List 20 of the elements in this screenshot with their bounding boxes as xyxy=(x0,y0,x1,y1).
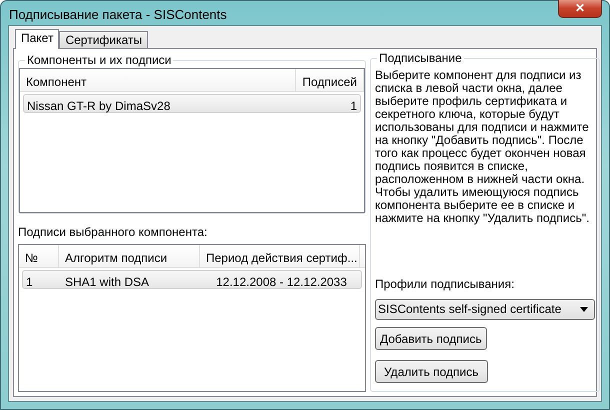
column-header[interactable]: Подписей xyxy=(296,68,364,90)
section-label: Подписи выбранного компонента: xyxy=(18,224,208,238)
list-row[interactable]: Nissan GT-R by DimaSv28 1 xyxy=(23,94,361,112)
profile-dropdown[interactable]: SISContents self-signed certificate xyxy=(375,298,595,320)
tab[interactable]: Пакет xyxy=(15,28,60,48)
instructions-text: Выберите компонент для подписи из списка в левой части окна, далее выберите профиль сертификата и секретного ключа, которые будут использованы для подписи и нажмите на кнопку "Добавить подпись". После того как процесс будет окончен новая подпись появится в списке, расположенном в нижней части окна. Чтобы удалить имеющуюся подпись компонента выберите ее в списке и нажмите на кнопку "Удалить подпись". xyxy=(375,68,590,224)
list-row[interactable]: 1 SHA1 with DSA 12.12.2008 - 12.12.2033 xyxy=(22,270,362,288)
group-label: Компоненты и их подписи xyxy=(25,52,174,66)
column-header[interactable]: Алгоритм подписи xyxy=(59,244,200,266)
group-label: Подписывание xyxy=(377,50,464,64)
close-button[interactable]: ✕ xyxy=(558,0,602,18)
column-header[interactable]: № xyxy=(19,244,59,266)
action-button[interactable]: Добавить подпись xyxy=(375,326,487,350)
column-header[interactable]: Компонент xyxy=(20,68,296,90)
tab[interactable]: Сертификаты xyxy=(59,30,148,48)
field-label: Профили подписывания: xyxy=(375,276,514,290)
caret-icon xyxy=(580,306,588,312)
window-title: Подписывание пакета - SISContents xyxy=(8,6,227,24)
column-header[interactable]: Период действия сертиф... xyxy=(200,244,360,266)
action-button[interactable]: Удалить подпись xyxy=(375,360,488,382)
